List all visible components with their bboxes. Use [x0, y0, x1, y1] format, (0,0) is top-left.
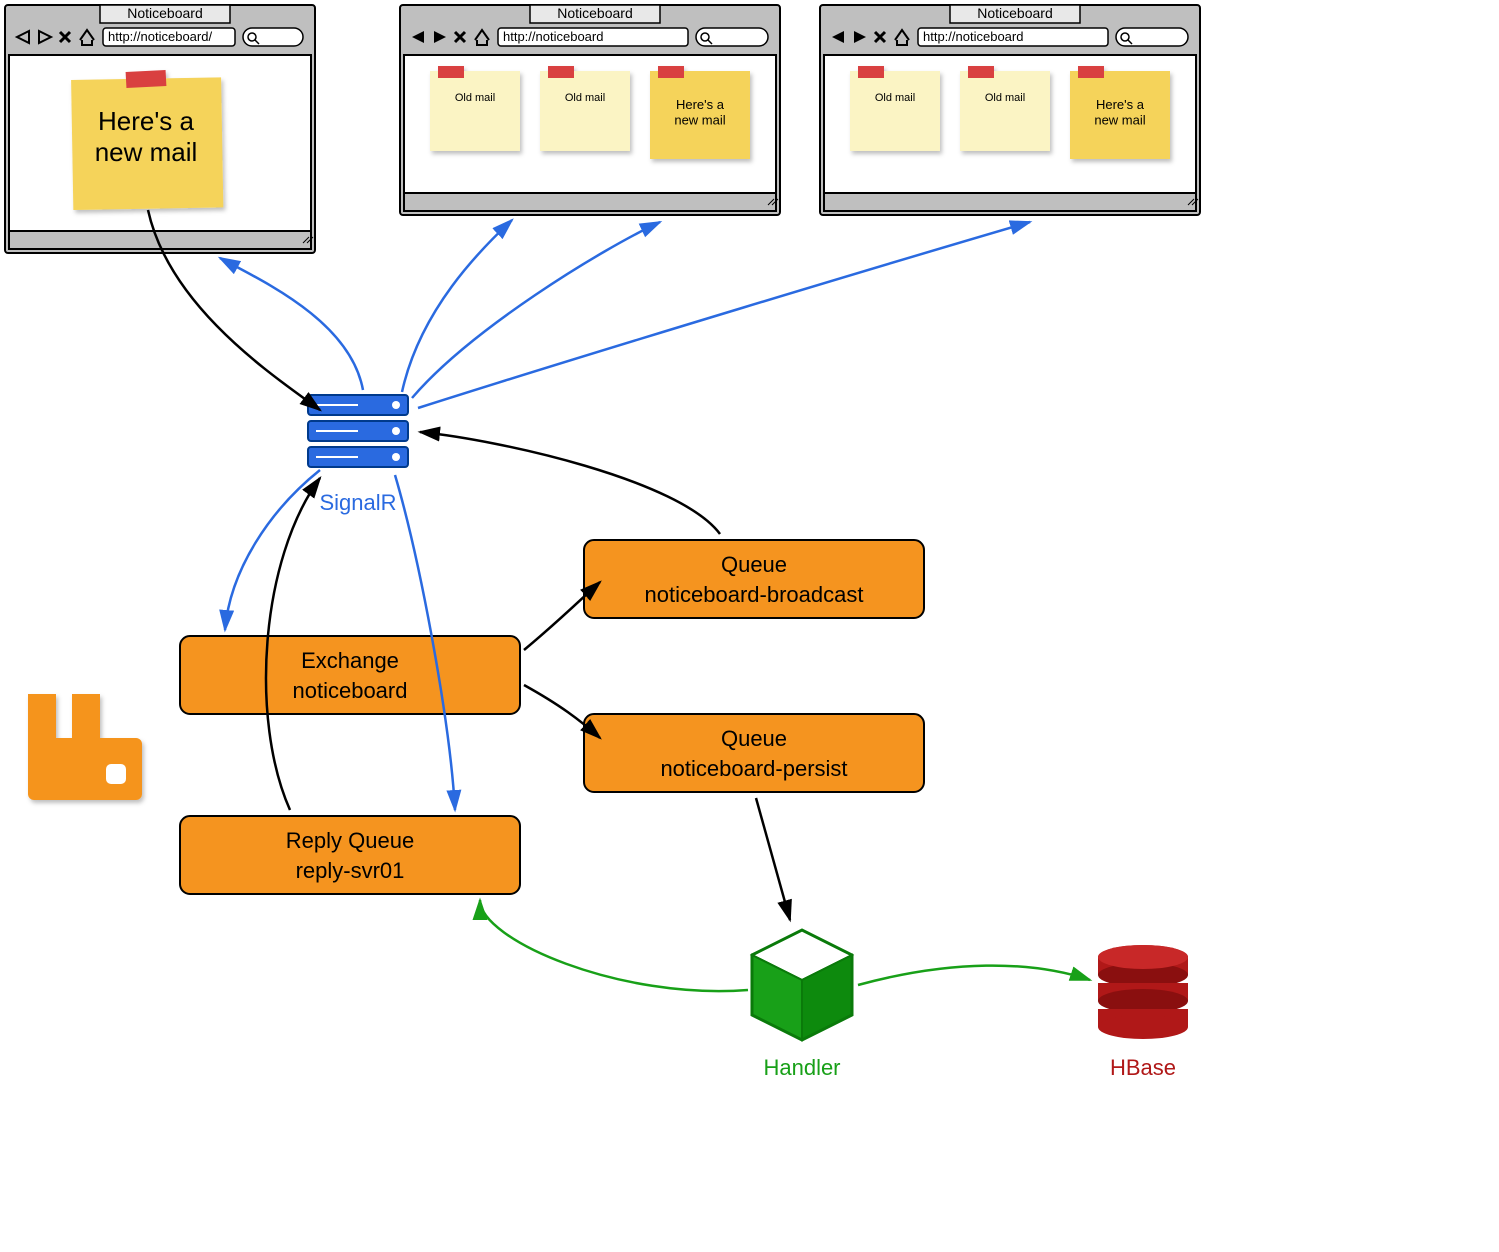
- browser-title-2: Noticeboard: [557, 5, 633, 21]
- search-field-2[interactable]: [696, 28, 768, 46]
- svg-text:Old mail: Old mail: [565, 92, 605, 104]
- svg-text:reply-svr01: reply-svr01: [296, 858, 405, 883]
- arrow-signalr-to-browser1: [220, 258, 363, 390]
- arrow-persist-to-handler: [756, 798, 790, 920]
- signalr-label: SignalR: [319, 490, 396, 515]
- browser-window-1: Noticeboard http://noticeboard/ Here's a…: [5, 5, 315, 253]
- browser-title-3: Noticeboard: [977, 5, 1053, 21]
- sticky-note-old-b3-2: Old mail: [960, 66, 1050, 151]
- note-text-new-1: Here's anew mail: [95, 106, 198, 167]
- sticky-note-new-b2: Here's anew mail: [650, 66, 750, 159]
- browser-window-3: Noticeboard http://noticeboard Old mail …: [820, 5, 1200, 215]
- browser-title-1: Noticeboard: [127, 5, 203, 21]
- svg-text:Queue: Queue: [721, 552, 787, 577]
- arrow-broadcast-to-signalr: [420, 432, 720, 534]
- hbase-label: HBase: [1110, 1055, 1176, 1080]
- arrow-handler-to-reply: [480, 900, 748, 991]
- exchange-box: Exchange noticeboard: [180, 636, 520, 714]
- svg-text:Here's anew mail: Here's anew mail: [674, 97, 725, 128]
- handler-label: Handler: [763, 1055, 840, 1080]
- queue-broadcast-box: Queue noticeboard-broadcast: [584, 540, 924, 618]
- sticky-note-old-b2-2: Old mail: [540, 66, 630, 151]
- sticky-note-new-1: Here's anew mail: [71, 70, 223, 210]
- search-field-1[interactable]: [243, 28, 303, 46]
- sticky-note-new-b3: Here's anew mail: [1070, 66, 1170, 159]
- database-icon: [1098, 945, 1188, 1039]
- svg-text:Exchange: Exchange: [301, 648, 399, 673]
- url-text-3: http://noticeboard: [923, 29, 1023, 44]
- svg-text:noticeboard: noticeboard: [293, 678, 408, 703]
- queue-persist-box: Queue noticeboard-persist: [584, 714, 924, 792]
- url-text-2: http://noticeboard: [503, 29, 603, 44]
- reply-queue-box: Reply Queue reply-svr01: [180, 816, 520, 894]
- svg-text:Old mail: Old mail: [455, 92, 495, 104]
- svg-text:noticeboard-broadcast: noticeboard-broadcast: [645, 582, 864, 607]
- arrow-signalr-to-browser3: [418, 222, 1030, 408]
- svg-text:Old mail: Old mail: [985, 92, 1025, 104]
- svg-text:Queue: Queue: [721, 726, 787, 751]
- url-text-1: http://noticeboard/: [108, 29, 212, 44]
- svg-text:noticeboard-persist: noticeboard-persist: [660, 756, 847, 781]
- handler-icon: [752, 930, 852, 1040]
- sticky-note-old-b3-1: Old mail: [850, 66, 940, 151]
- sticky-note-old-b2-1: Old mail: [430, 66, 520, 151]
- rabbitmq-icon: [28, 694, 142, 800]
- svg-text:Old mail: Old mail: [875, 92, 915, 104]
- search-field-3[interactable]: [1116, 28, 1188, 46]
- arrow-handler-to-hbase: [858, 966, 1090, 985]
- server-icon: [308, 395, 408, 467]
- svg-text:Here's anew mail: Here's anew mail: [1094, 97, 1145, 128]
- browser-window-2: Noticeboard http://noticeboard Old mail …: [400, 5, 780, 215]
- svg-text:Reply Queue: Reply Queue: [286, 828, 414, 853]
- arrow-signalr-to-browser2a: [402, 220, 512, 392]
